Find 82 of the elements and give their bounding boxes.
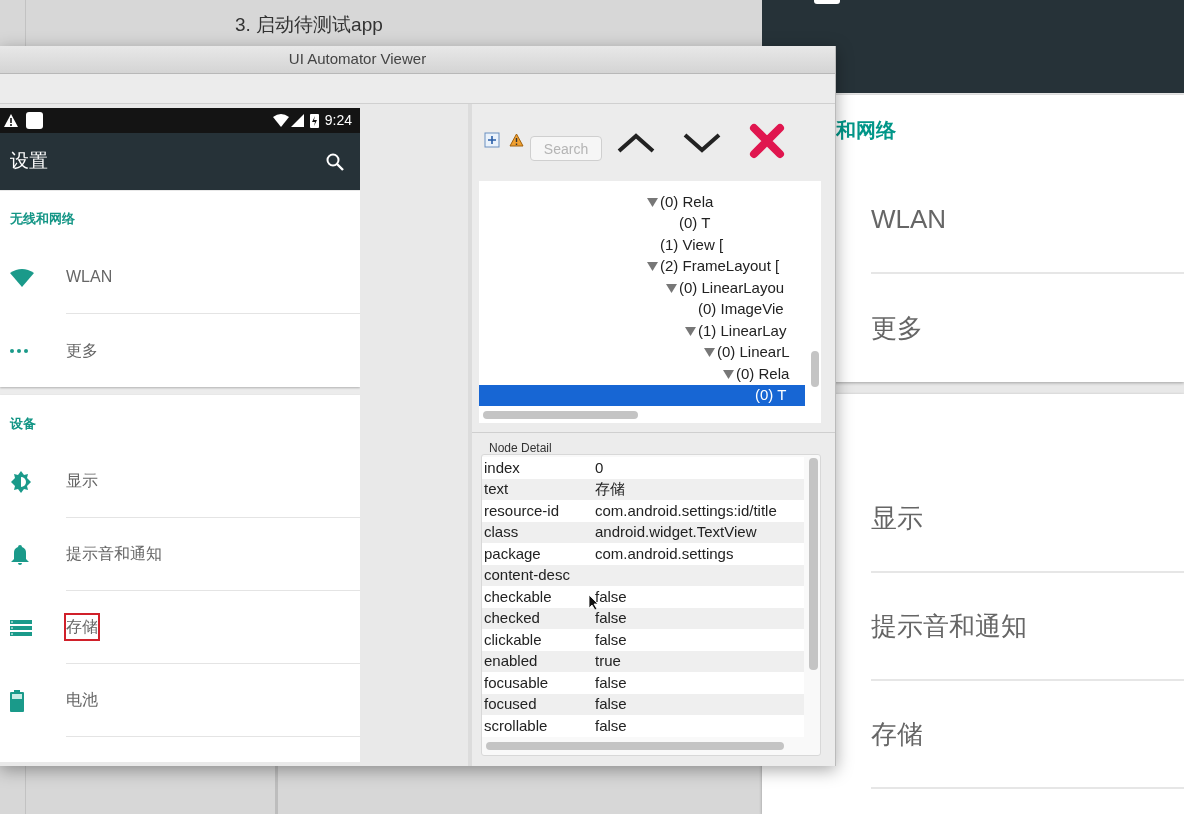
- down-chevron-icon[interactable]: [682, 131, 722, 154]
- property-name: focusable: [484, 673, 549, 691]
- slide-heading: 3. 启动待测试app: [235, 13, 383, 37]
- tree-node[interactable]: (0) Rela: [479, 363, 805, 385]
- tree-node[interactable]: (0) T: [479, 384, 805, 406]
- property-name: text: [484, 480, 509, 498]
- battery-icon: [309, 113, 319, 128]
- signal-icon: [290, 114, 304, 127]
- scrollbar[interactable]: [483, 411, 638, 419]
- close-icon[interactable]: [749, 122, 785, 159]
- more-icon: [10, 348, 28, 353]
- notification-icon: [26, 112, 43, 129]
- storage-icon: [10, 619, 32, 636]
- property-value: false: [595, 586, 627, 607]
- settings-item[interactable]: 更多: [66, 338, 98, 363]
- property-value: false: [595, 694, 627, 714]
- property-value: false: [595, 715, 627, 736]
- tree-node[interactable]: (1) LinearLay: [479, 320, 805, 342]
- expand-all-icon[interactable]: [484, 131, 500, 148]
- tree-node[interactable]: (0) T: [479, 212, 805, 234]
- property-name: focused: [484, 695, 537, 713]
- warning-icon: [4, 114, 18, 127]
- settings-item[interactable]: 显示: [66, 469, 98, 493]
- property-name: scrollable: [484, 716, 548, 734]
- settings-item[interactable]: WLAN: [66, 265, 113, 289]
- property-value: false: [595, 608, 627, 628]
- app-title: 设置: [10, 149, 48, 174]
- property-name: index: [484, 458, 520, 476]
- expander-icon[interactable]: [647, 196, 658, 207]
- property-name: class: [484, 523, 519, 541]
- property-name: checked: [484, 609, 540, 627]
- expander-icon[interactable]: [647, 261, 658, 272]
- property-name: content-desc: [484, 566, 570, 584]
- property-value: android.widget.TextView: [595, 522, 757, 542]
- property-name: resource-id: [484, 501, 560, 519]
- tree-node[interactable]: (0) LinearLayou: [479, 277, 805, 299]
- battery-icon: [10, 689, 24, 712]
- property-name: clickable: [484, 630, 542, 648]
- settings-item[interactable]: 提示音和通知: [66, 542, 162, 566]
- brightness-icon: [10, 470, 32, 493]
- expander-icon[interactable]: [723, 368, 734, 379]
- search-icon[interactable]: [326, 152, 344, 171]
- tree-node[interactable]: (0) Rela: [479, 191, 805, 213]
- expander-icon[interactable]: [666, 282, 677, 293]
- scrollbar[interactable]: [809, 458, 818, 670]
- property-value: com.android.settings: [595, 543, 734, 564]
- settings-item[interactable]: WLAN: [871, 203, 947, 235]
- expander-icon[interactable]: [704, 347, 715, 358]
- bell-icon: [10, 543, 30, 566]
- search-field[interactable]: Search: [530, 136, 602, 161]
- tree-node[interactable]: (2) FrameLayout [: [479, 255, 805, 277]
- scrollbar[interactable]: [486, 742, 784, 750]
- section-header: 设备: [10, 416, 36, 431]
- settings-item[interactable]: 提示音和通知: [871, 610, 1027, 642]
- tree-node[interactable]: (0) ImageVie: [479, 298, 805, 320]
- warning-icon[interactable]: [509, 132, 524, 147]
- expander-icon[interactable]: [685, 325, 696, 336]
- tree-node[interactable]: (1) View [: [479, 234, 805, 256]
- up-chevron-icon[interactable]: [616, 131, 656, 154]
- tree-node[interactable]: (0) LinearL: [479, 341, 805, 363]
- settings-item[interactable]: 存储: [66, 615, 98, 639]
- settings-item[interactable]: 更多: [871, 312, 923, 344]
- settings-item[interactable]: 存储: [871, 718, 923, 750]
- property-value: false: [595, 672, 627, 693]
- property-value: 存储: [595, 479, 625, 499]
- property-name: checkable: [484, 587, 552, 605]
- property-name: package: [484, 544, 541, 562]
- window-title: UI Automator Viewer: [288, 49, 427, 70]
- panel-title: Node Detail: [489, 441, 552, 455]
- property-value: 0: [595, 457, 604, 478]
- section-header: 和网络: [836, 118, 897, 143]
- wifi-icon: [10, 268, 34, 287]
- property-value: com.android.settings:id/title: [595, 500, 777, 521]
- property-value: true: [595, 651, 621, 671]
- settings-item[interactable]: 显示: [871, 502, 923, 534]
- wifi-icon: [272, 114, 289, 127]
- section-header: 无线和网络: [10, 211, 75, 226]
- status-time: 9:24: [324, 111, 352, 130]
- scrollbar[interactable]: [811, 351, 819, 387]
- property-name: enabled: [484, 652, 538, 670]
- settings-item[interactable]: 电池: [66, 688, 98, 712]
- property-value: false: [595, 629, 627, 650]
